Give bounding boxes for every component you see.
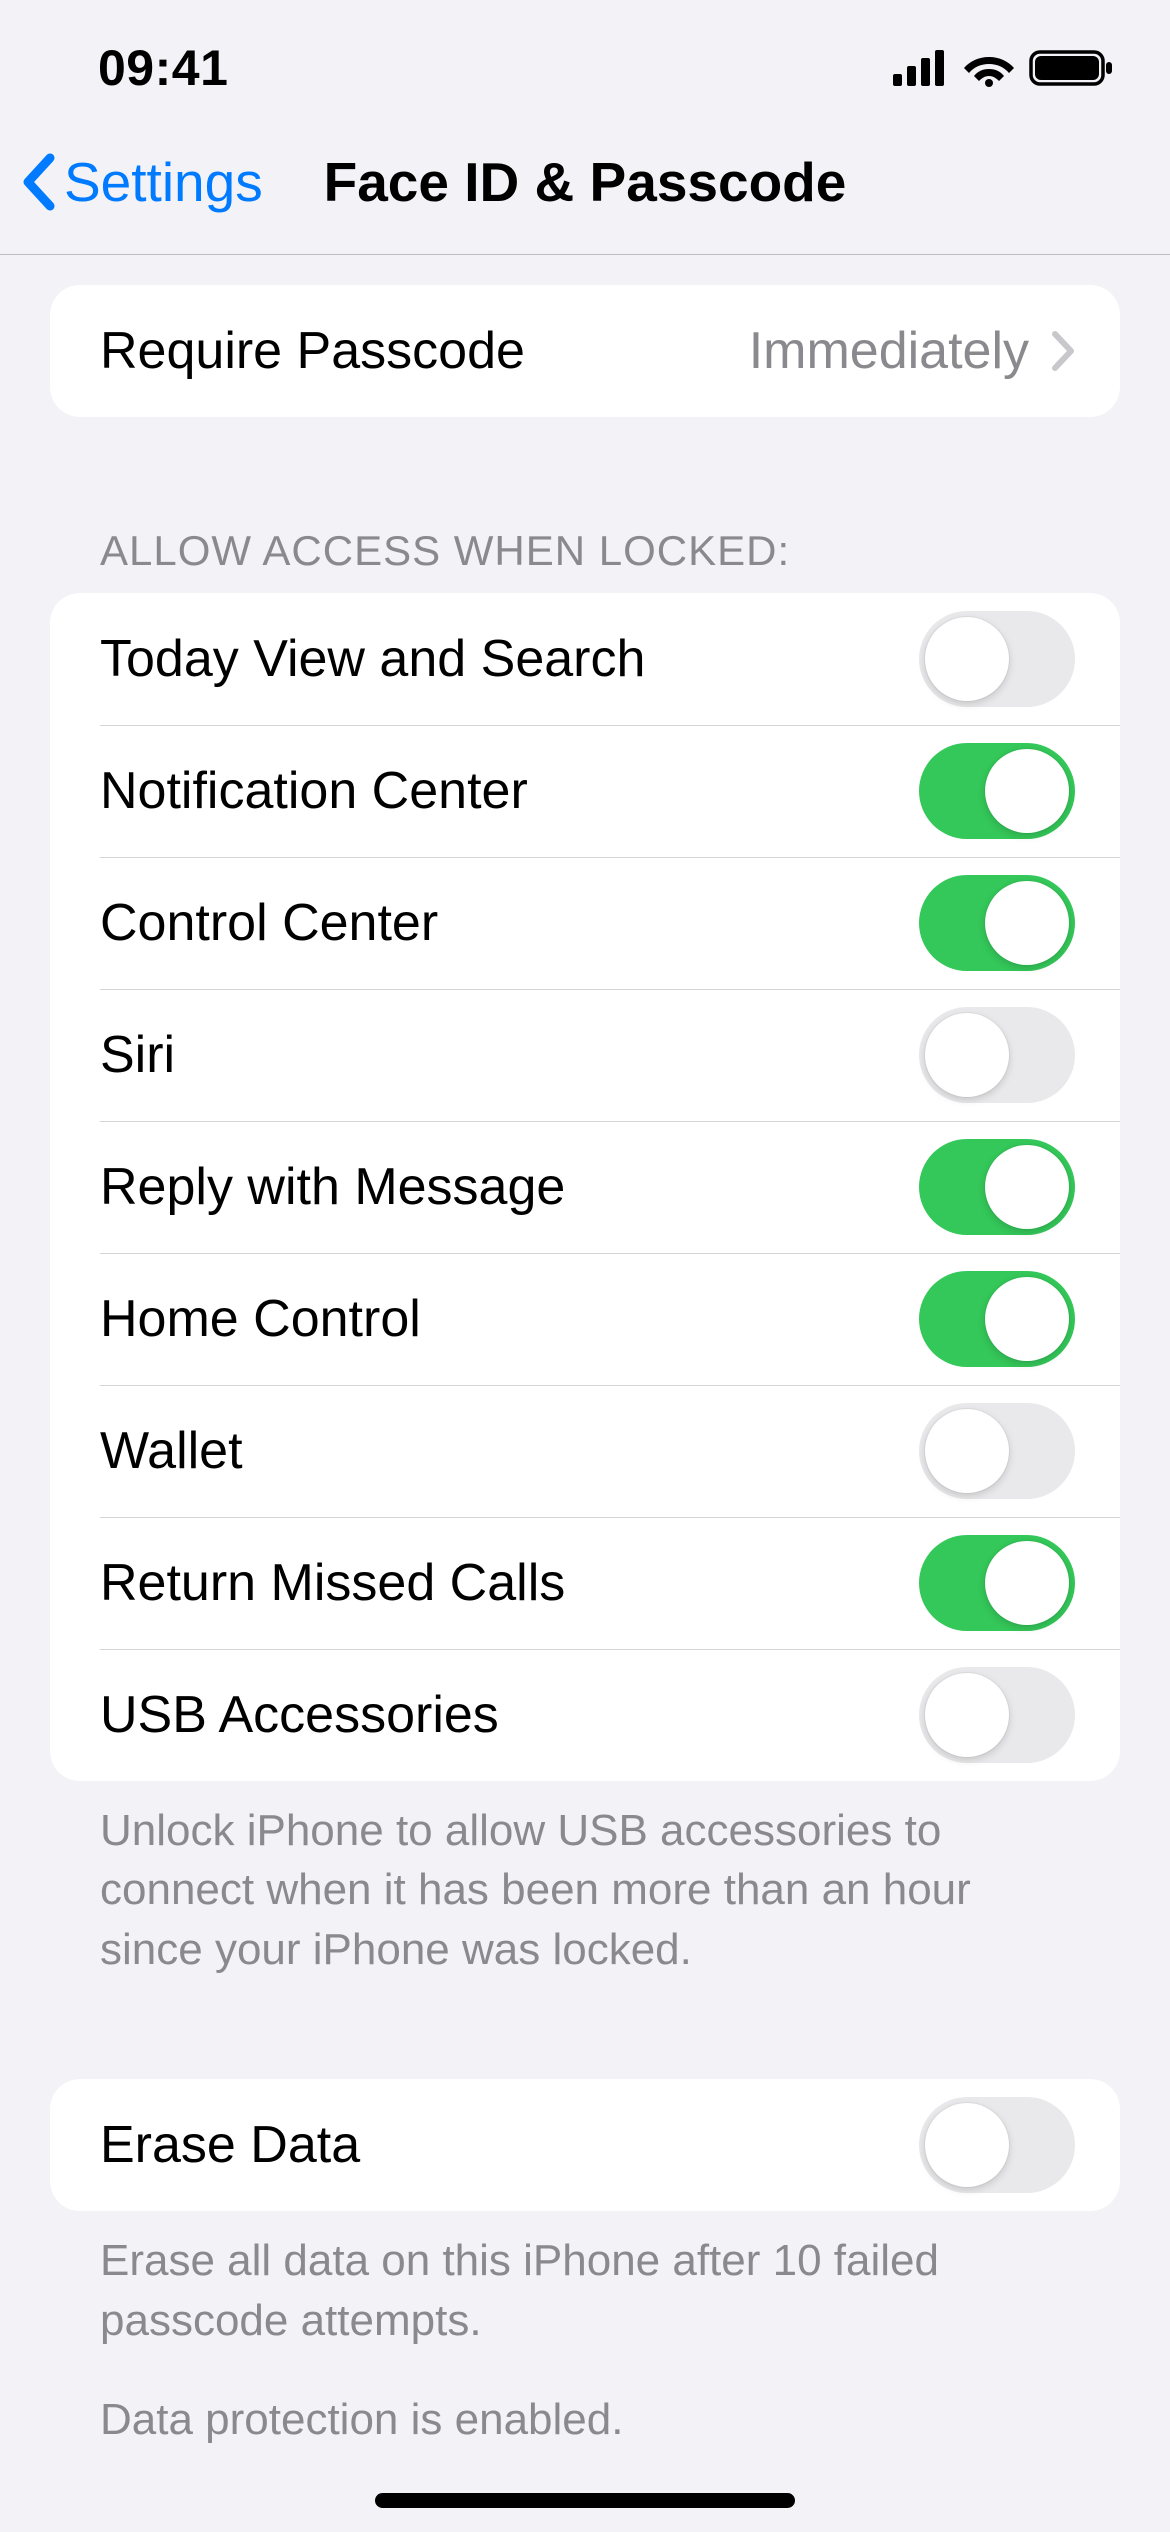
- cell-allow-access: Home Control: [50, 1253, 1120, 1385]
- cell-allow-access: Siri: [50, 989, 1120, 1121]
- section-require-passcode: Require Passcode Immediately: [50, 285, 1120, 417]
- cell-erase-data: Erase Data: [50, 2079, 1120, 2211]
- allow-access-label: Siri: [100, 1025, 919, 1085]
- toggle-allow-access[interactable]: [919, 875, 1075, 971]
- battery-icon: [1029, 48, 1115, 88]
- toggle-allow-access[interactable]: [919, 1271, 1075, 1367]
- allow-access-label: Return Missed Calls: [100, 1553, 919, 1613]
- back-button[interactable]: Settings: [20, 150, 263, 214]
- home-indicator: [375, 2493, 795, 2508]
- chevron-right-icon: [1051, 330, 1075, 372]
- section-erase-data: Erase Data Erase all data on this iPhone…: [50, 2079, 1120, 2449]
- cell-allow-access: Notification Center: [50, 725, 1120, 857]
- toggle-erase-data[interactable]: [919, 2097, 1075, 2193]
- toggle-allow-access[interactable]: [919, 611, 1075, 707]
- erase-data-label: Erase Data: [100, 2115, 919, 2175]
- chevron-left-icon: [20, 152, 60, 212]
- cell-allow-access: Return Missed Calls: [50, 1517, 1120, 1649]
- back-label: Settings: [64, 150, 263, 214]
- cellular-icon: [893, 50, 949, 86]
- allow-access-label: Reply with Message: [100, 1157, 919, 1217]
- cell-require-passcode[interactable]: Require Passcode Immediately: [50, 285, 1120, 417]
- cell-allow-access: Today View and Search: [50, 593, 1120, 725]
- erase-footer-2: Data protection is enabled.: [100, 2390, 1070, 2449]
- wifi-icon: [963, 49, 1015, 87]
- toggle-allow-access[interactable]: [919, 1403, 1075, 1499]
- toggle-allow-access[interactable]: [919, 1139, 1075, 1235]
- allow-access-label: Home Control: [100, 1289, 919, 1349]
- toggle-allow-access[interactable]: [919, 1667, 1075, 1763]
- require-passcode-label: Require Passcode: [100, 321, 749, 381]
- require-passcode-value: Immediately: [749, 321, 1029, 381]
- status-time: 09:41: [98, 39, 228, 97]
- allow-access-label: Today View and Search: [100, 629, 919, 689]
- section-allow-access: ALLOW ACCESS WHEN LOCKED: Today View and…: [50, 527, 1120, 1979]
- status-bar: 09:41: [0, 0, 1170, 110]
- page-title: Face ID & Passcode: [324, 150, 847, 214]
- nav-bar: Settings Face ID & Passcode: [0, 110, 1170, 255]
- toggle-allow-access[interactable]: [919, 1007, 1075, 1103]
- allow-access-label: Notification Center: [100, 761, 919, 821]
- section-footer-allow-access: Unlock iPhone to allow USB accessories t…: [50, 1781, 1120, 1979]
- cell-allow-access: USB Accessories: [50, 1649, 1120, 1781]
- allow-access-label: Wallet: [100, 1421, 919, 1481]
- allow-access-label: Control Center: [100, 893, 919, 953]
- section-header-allow-access: ALLOW ACCESS WHEN LOCKED:: [50, 527, 1120, 593]
- cell-allow-access: Wallet: [50, 1385, 1120, 1517]
- section-footer-erase: Erase all data on this iPhone after 10 f…: [50, 2211, 1120, 2449]
- cell-allow-access: Reply with Message: [50, 1121, 1120, 1253]
- status-right-cluster: [893, 48, 1115, 88]
- toggle-allow-access[interactable]: [919, 743, 1075, 839]
- allow-access-label: USB Accessories: [100, 1685, 919, 1745]
- erase-footer-1: Erase all data on this iPhone after 10 f…: [100, 2231, 1070, 2350]
- toggle-allow-access[interactable]: [919, 1535, 1075, 1631]
- cell-allow-access: Control Center: [50, 857, 1120, 989]
- allow-access-footer-text: Unlock iPhone to allow USB accessories t…: [100, 1801, 1070, 1979]
